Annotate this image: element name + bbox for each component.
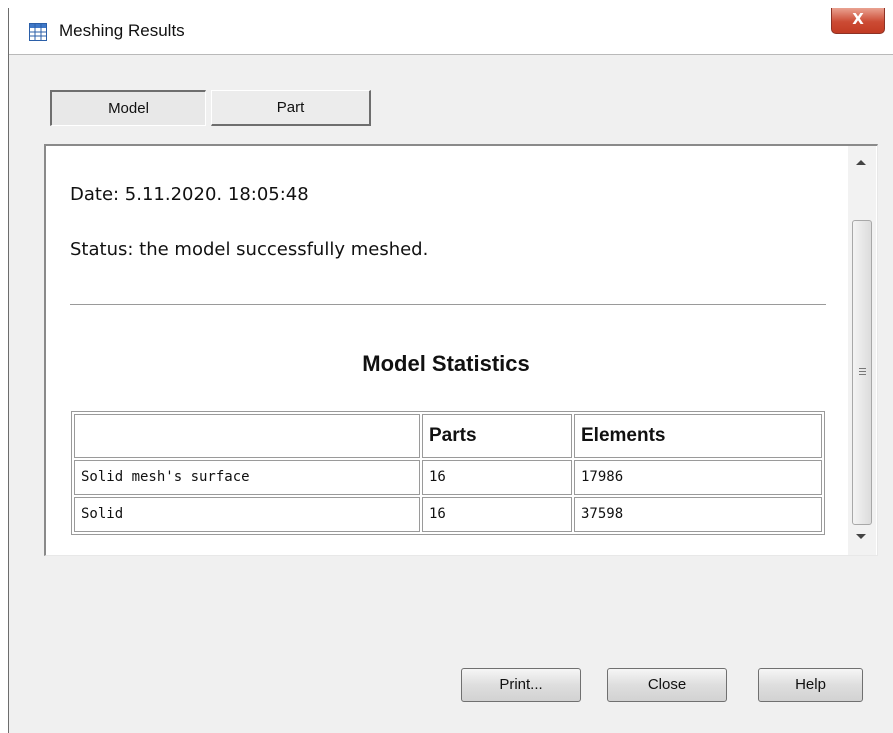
vertical-scrollbar[interactable] xyxy=(848,146,876,555)
window-title: Meshing Results xyxy=(59,21,185,40)
grip-line xyxy=(859,371,866,372)
header-cell-elements: Elements xyxy=(574,414,822,458)
table-cell: 16 xyxy=(422,459,572,495)
table-cell: 37598 xyxy=(574,496,822,532)
close-window-button[interactable]: X xyxy=(831,8,885,34)
table-cell: 17986 xyxy=(574,459,822,495)
table-header-row: Parts Elements xyxy=(74,414,822,458)
report-panel: Date: 5.11.2020. 18:05:48 Status: the mo… xyxy=(44,144,878,556)
model-statistics-heading: Model Statistics xyxy=(362,351,530,376)
title-bar: Meshing Results X xyxy=(9,8,893,55)
scroll-down-arrow-icon[interactable] xyxy=(856,534,866,539)
table-icon xyxy=(29,23,47,41)
table-cell: Solid mesh's surface xyxy=(74,459,420,495)
scroll-up-arrow-icon[interactable] xyxy=(856,160,866,165)
statistics-table: Parts Elements Solid mesh's surface 16 1… xyxy=(71,411,825,535)
tab-model[interactable]: Model xyxy=(50,90,206,126)
divider xyxy=(70,304,826,305)
grip-line xyxy=(859,374,866,375)
table-row: Solid 16 37598 xyxy=(74,496,822,532)
meshing-results-dialog: Meshing Results X Model Part Date: 5.11.… xyxy=(8,8,893,733)
tab-part[interactable]: Part xyxy=(211,90,371,126)
close-button[interactable]: Close xyxy=(607,668,727,702)
table-cell: Solid xyxy=(74,496,420,532)
date-text: Date: 5.11.2020. 18:05:48 xyxy=(70,184,309,205)
grip-line xyxy=(859,368,866,369)
header-cell-parts: Parts xyxy=(422,414,572,458)
print-button[interactable]: Print... xyxy=(461,668,581,702)
scroll-thumb[interactable] xyxy=(852,220,872,525)
table-row: Solid mesh's surface 16 17986 xyxy=(74,459,822,495)
header-cell-blank xyxy=(74,414,420,458)
help-button[interactable]: Help xyxy=(758,668,863,702)
table-cell: 16 xyxy=(422,496,572,532)
status-text: Status: the model successfully meshed. xyxy=(70,239,429,260)
